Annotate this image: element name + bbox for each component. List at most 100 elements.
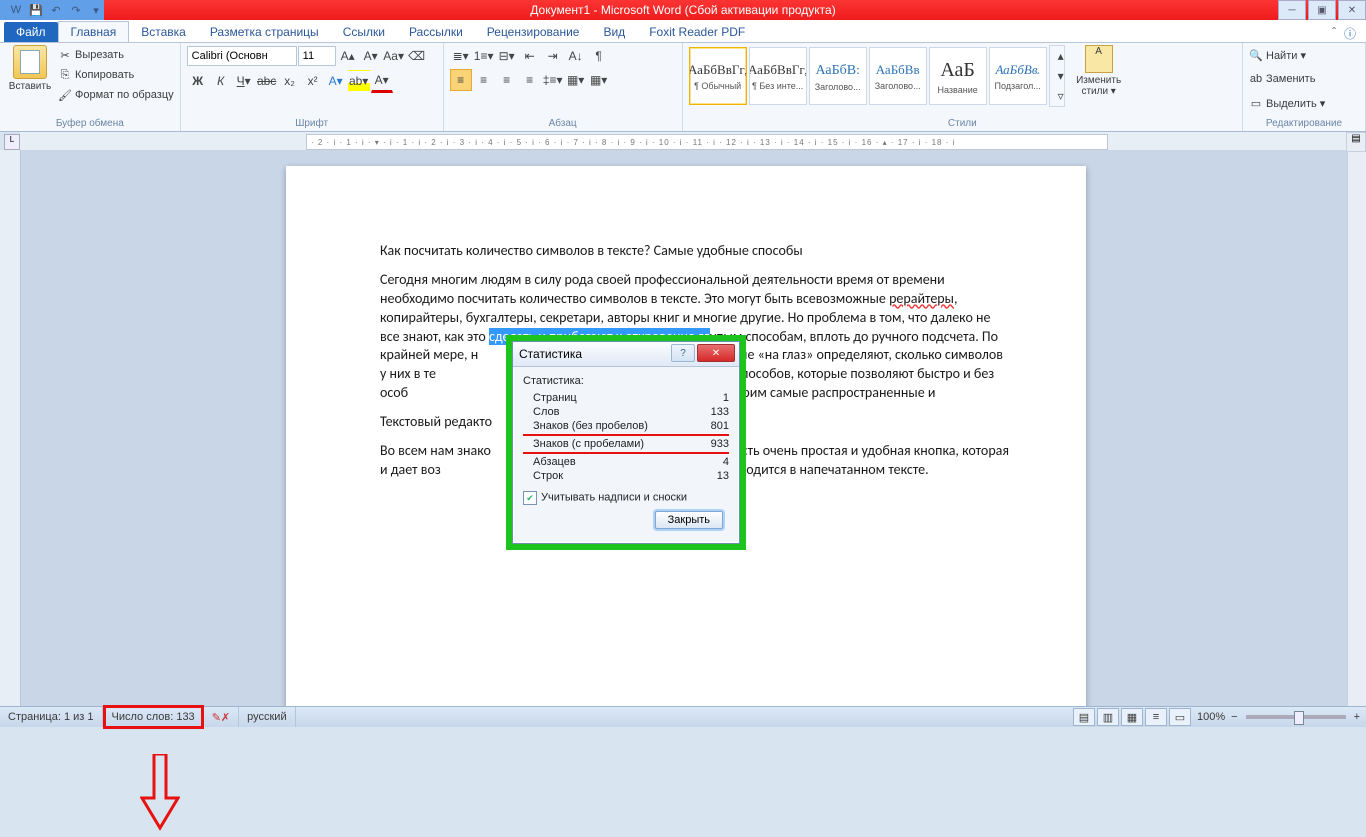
redo-icon[interactable]: ↷	[68, 2, 84, 18]
group-label-styles: Стили	[689, 117, 1236, 131]
status-proofing-icon[interactable]: ✎✗	[204, 707, 239, 727]
table-row: Абзацев4	[523, 455, 729, 469]
text-effects-icon[interactable]: A▾	[325, 70, 347, 92]
quick-access-toolbar: W 💾 ↶ ↷ ▾	[0, 0, 104, 20]
align-right-icon[interactable]: ≡	[496, 69, 518, 91]
paste-button[interactable]: Вставить	[6, 45, 54, 92]
zoom-level[interactable]: 100%	[1197, 711, 1225, 723]
tab-file[interactable]: Файл	[4, 22, 58, 42]
group-label-editing: Редактирование	[1249, 117, 1359, 131]
zoom-in-button[interactable]: +	[1354, 711, 1360, 723]
indent-dec-icon[interactable]: ⇤	[519, 45, 541, 67]
view-web-icon[interactable]: ▦	[1121, 708, 1143, 726]
shading-icon[interactable]: ▦▾	[565, 69, 587, 91]
maximize-button[interactable]: ▣	[1308, 0, 1336, 20]
group-label-clipboard: Буфер обмена	[6, 117, 174, 131]
scrollbar-vertical[interactable]: ▤	[1347, 150, 1366, 707]
align-left-icon[interactable]: ≡	[450, 69, 472, 91]
view-print-icon[interactable]: ▤	[1073, 708, 1095, 726]
checkbox-icon[interactable]: ✔	[523, 491, 537, 505]
ribbon-minimize-icon[interactable]: ˆ	[1332, 25, 1336, 42]
group-editing: 🔍Найти ▾ abЗаменить ▭Выделить ▾ Редактир…	[1243, 43, 1366, 131]
zoom-out-button[interactable]: −	[1231, 711, 1237, 723]
table-row: Знаков (без пробелов)801	[523, 419, 729, 433]
numbering-icon[interactable]: 1≡▾	[473, 45, 495, 67]
bullets-icon[interactable]: ≣▾	[450, 45, 472, 67]
justify-icon[interactable]: ≡	[519, 69, 541, 91]
table-row: Страниц1	[523, 391, 729, 405]
group-clipboard: Вставить ✂Вырезать ⎘Копировать 🖌Формат п…	[0, 43, 181, 131]
tab-view[interactable]: Вид	[591, 22, 637, 42]
multilevel-icon[interactable]: ⊟▾	[496, 45, 518, 67]
tab-home[interactable]: Главная	[58, 21, 130, 42]
tab-selector[interactable]: L	[4, 134, 20, 150]
style-nospacing[interactable]: АаБбВвГг,¶ Без инте...	[749, 47, 807, 105]
word-icon: W	[8, 2, 24, 18]
minimize-button[interactable]: ─	[1278, 0, 1306, 20]
view-draft-icon[interactable]: ▭	[1169, 708, 1191, 726]
clear-format-icon[interactable]: ⌫	[406, 45, 428, 67]
zoom-slider[interactable]	[1246, 715, 1346, 719]
close-button[interactable]: ✕	[1338, 0, 1366, 20]
font-size-select[interactable]: 11	[298, 46, 336, 66]
strike-button[interactable]: abc	[256, 70, 278, 92]
group-paragraph: ≣▾ 1≡▾ ⊟▾ ⇤ ⇥ A↓ ¶ ≡ ≡ ≡ ≡ ‡≡▾ ▦▾ ▦▾ Абз…	[444, 43, 683, 131]
indent-inc-icon[interactable]: ⇥	[542, 45, 564, 67]
annotation-underline	[523, 452, 729, 454]
change-styles-button[interactable]: A Изменить стили ▾	[1069, 45, 1129, 97]
cut-button[interactable]: ✂Вырезать	[58, 45, 174, 65]
tab-foxit[interactable]: Foxit Reader PDF	[637, 22, 757, 42]
ruler-horizontal[interactable]: L · 2 · і · 1 · і · ▾ · і · 1 · і · 2 · …	[20, 132, 1366, 151]
status-word-count[interactable]: Число слов: 133	[103, 705, 204, 729]
italic-button[interactable]: К	[210, 70, 232, 92]
borders-icon[interactable]: ▦▾	[588, 69, 610, 91]
change-case-icon[interactable]: Aa▾	[383, 45, 405, 67]
tab-review[interactable]: Рецензирование	[475, 22, 592, 42]
help-icon[interactable]: ⓘ	[1344, 25, 1356, 42]
dialog-title-text: Статистика	[519, 347, 582, 361]
status-language[interactable]: русский	[239, 707, 295, 727]
shrink-font-icon[interactable]: A▾	[360, 45, 382, 67]
dialog-help-button[interactable]: ?	[671, 344, 695, 362]
font-color-icon[interactable]: A▾	[371, 69, 393, 93]
find-button[interactable]: 🔍Найти ▾	[1249, 45, 1306, 65]
highlight-icon[interactable]: ab▾	[348, 70, 370, 92]
copy-button[interactable]: ⎘Копировать	[58, 65, 174, 85]
qat-more-icon[interactable]: ▾	[88, 2, 104, 18]
checkbox-row[interactable]: ✔Учитывать надписи и сноски	[523, 491, 729, 505]
underline-button[interactable]: Ч▾	[233, 70, 255, 92]
dialog-close-main-button[interactable]: Закрыть	[655, 511, 723, 529]
tab-page-layout[interactable]: Разметка страницы	[198, 22, 331, 42]
replace-button[interactable]: abЗаменить	[1249, 69, 1315, 89]
style-heading1[interactable]: АаБбВ:Заголово...	[809, 47, 867, 105]
font-name-select[interactable]: Calibri (Основн	[187, 46, 297, 66]
tab-mailings[interactable]: Рассылки	[397, 22, 475, 42]
tab-insert[interactable]: Вставка	[129, 22, 198, 42]
view-outline-icon[interactable]: ≡	[1145, 708, 1167, 726]
align-center-icon[interactable]: ≡	[473, 69, 495, 91]
sort-icon[interactable]: A↓	[565, 45, 587, 67]
dialog-titlebar[interactable]: Статистика ? ✕	[513, 342, 739, 367]
line-spacing-icon[interactable]: ‡≡▾	[542, 69, 564, 91]
statistics-table: Страниц1 Слов133 Знаков (без пробелов)80…	[523, 391, 729, 483]
style-normal[interactable]: АаБбВвГг,¶ Обычный	[689, 47, 747, 105]
group-label-paragraph: Абзац	[450, 117, 676, 131]
select-button[interactable]: ▭Выделить ▾	[1249, 93, 1325, 113]
style-subtitle[interactable]: АаБбВв.Подзагол...	[989, 47, 1047, 105]
view-read-icon[interactable]: ▥	[1097, 708, 1119, 726]
dialog-close-button[interactable]: ✕	[697, 344, 735, 362]
grow-font-icon[interactable]: A▴	[337, 45, 359, 67]
ruler-toggle-icon[interactable]: ▤	[1346, 132, 1366, 152]
show-marks-icon[interactable]: ¶	[588, 45, 610, 67]
format-painter-button[interactable]: 🖌Формат по образцу	[58, 85, 174, 105]
status-page[interactable]: Страница: 1 из 1	[0, 707, 103, 727]
subscript-button[interactable]: x₂	[279, 70, 301, 92]
ruler-vertical[interactable]	[0, 150, 21, 707]
undo-icon[interactable]: ↶	[48, 2, 64, 18]
style-heading2[interactable]: АаБбВвЗаголово...	[869, 47, 927, 105]
save-icon[interactable]: 💾	[28, 2, 44, 18]
tab-references[interactable]: Ссылки	[331, 22, 397, 42]
bold-button[interactable]: Ж	[187, 70, 209, 92]
superscript-button[interactable]: x²	[302, 70, 324, 92]
style-title[interactable]: АаБНазвание	[929, 47, 987, 105]
